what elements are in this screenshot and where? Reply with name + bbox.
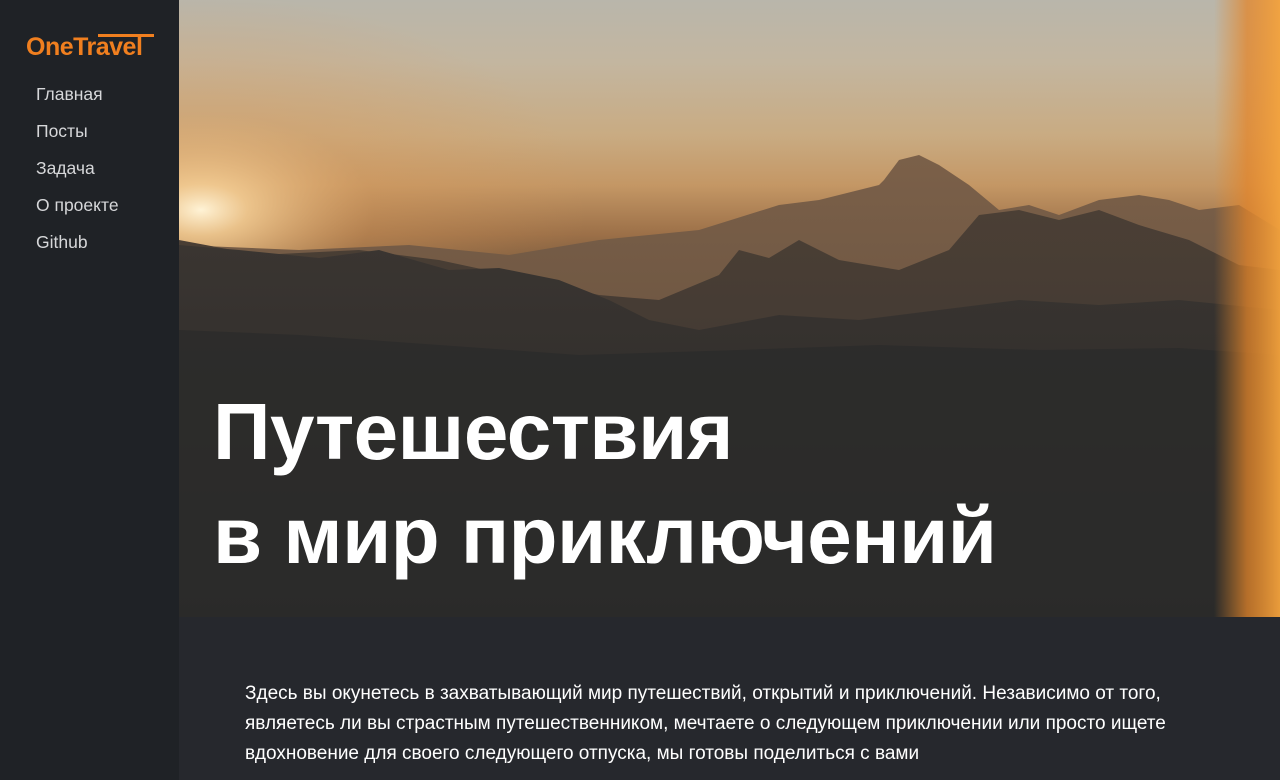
logo[interactable]: OneTravel: [26, 33, 143, 61]
intro-paragraph: Здесь вы окунетесь в захватывающий мир п…: [245, 683, 1166, 764]
sidebar-item-task[interactable]: Задача: [36, 158, 119, 195]
sidebar: OneTravel Главная Посты Задача О проекте…: [0, 0, 179, 780]
hero-title-line-1: Путешествия: [213, 387, 733, 476]
hero-title-line-2: в мир приключений: [213, 491, 997, 580]
sidebar-nav: Главная Посты Задача О проекте Github: [36, 84, 119, 269]
app: OneTravel Главная Посты Задача О проекте…: [0, 0, 1280, 780]
hero-banner: Путешествия в мир приключений: [179, 0, 1280, 617]
content-section: Здесь вы окунетесь в захватывающий мир п…: [179, 617, 1280, 780]
sidebar-item-posts[interactable]: Посты: [36, 121, 119, 158]
sidebar-item-about[interactable]: О проекте: [36, 195, 119, 232]
sidebar-item-home[interactable]: Главная: [36, 84, 119, 121]
hero-title: Путешествия в мир приключений: [213, 380, 997, 588]
sidebar-item-github[interactable]: Github: [36, 232, 119, 269]
